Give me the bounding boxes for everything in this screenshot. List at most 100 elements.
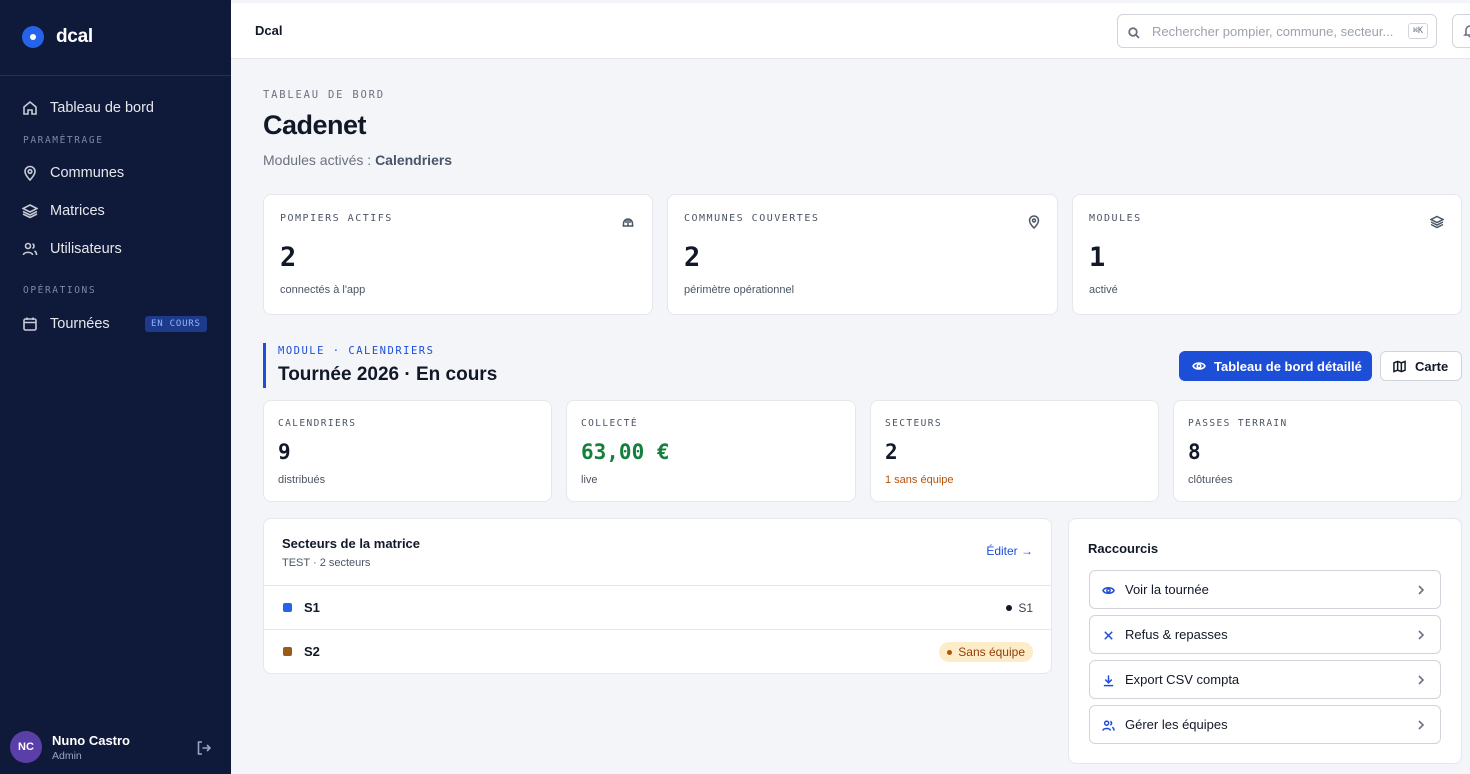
stat-sub: périmètre opérationnel [684,284,795,296]
metric-card-field-passes: PASSES TERRAIN 8 clôturées [1173,400,1462,502]
sidebar-item-label: Tableau de bord [50,100,154,116]
metric-sub: 1 sans équipe [885,474,954,486]
metric-value: 9 [278,440,291,464]
stat-value: 1 [1089,242,1106,273]
search-shortcut: ⌘K [1407,23,1428,39]
stat-sub: connectés à l'app [280,284,366,296]
warning-dot-icon [947,649,953,655]
status-badge-label: Sans équipe [958,645,1025,659]
modules-value: Calendriers [375,152,453,168]
stat-label: MODULES [1089,213,1142,224]
metric-value: 63,00 € [581,440,670,464]
page-eyebrow: TABLEAU DE BORD [263,89,385,101]
shortcut-label: Refus & repasses [1125,627,1228,642]
stat-value: 2 [280,242,297,273]
user-profile[interactable]: NC Nuno Castro Admin [10,731,130,763]
logout-icon[interactable] [196,740,212,756]
shortcut-view-tour[interactable]: Voir la tournée [1089,570,1441,609]
map-button[interactable]: Carte [1380,351,1462,381]
sector-name: S1 [304,600,320,615]
chevron-right-icon [1418,585,1425,595]
metric-value: 8 [1188,440,1201,464]
sectors-subtitle: TEST · 2 secteurs [282,557,371,569]
stat-label: COMMUNES COUVERTES [684,213,820,224]
sidebar-item-users[interactable]: Utilisateurs [22,241,212,257]
sidebar-item-communes[interactable]: Communes [22,165,212,181]
sidebar: dcal Tableau de bord PARAMÉTRAGE Commune… [0,0,231,774]
users-icon [22,242,38,256]
calendar-icon [23,317,37,331]
eye-icon [1192,362,1206,370]
modules-prefix: Modules activés : [263,152,376,168]
helmet-icon [622,218,634,227]
status-badge: EN COURS [145,316,207,332]
detailed-dashboard-button[interactable]: Tableau de bord détaillé [1179,351,1372,381]
shortcut-label: Voir la tournée [1125,582,1209,597]
modules-line: Modules activés : Calendriers [263,152,452,168]
chevron-right-icon [1418,675,1425,685]
metric-label: COLLECTÉ [581,418,638,429]
sidebar-item-dashboard[interactable]: Tableau de bord [22,100,212,116]
shortcut-export-csv[interactable]: Export CSV compta [1089,660,1441,699]
layers-icon [22,204,38,219]
sidebar-item-label: Communes [50,165,125,181]
metric-label: CALENDRIERS [278,418,357,429]
notifications-button[interactable] [1452,14,1470,48]
table-row[interactable]: S2 Sans équipe [264,629,1051,673]
user-role: Admin [52,749,82,762]
sector-team: S1 [1006,601,1033,615]
module-title: Tournée 2026 · En cours [278,364,498,385]
metric-card-collected: COLLECTÉ 63,00 € live [566,400,856,502]
stat-value: 2 [684,242,701,273]
sidebar-item-matrices[interactable]: Matrices [22,203,212,219]
shortcuts-title: Raccourcis [1088,541,1159,556]
module-accent-bar [263,343,266,388]
stat-card-communes: COMMUNES COUVERTES 2 périmètre opération… [667,194,1058,315]
sectors-card: Secteurs de la matrice TEST · 2 secteurs… [263,518,1052,674]
stat-card-firefighters: POMPIERS ACTIFS 2 connectés à l'app [263,194,653,315]
shortcut-manage-teams[interactable]: Gérer les équipes [1089,705,1441,744]
metric-card-calendars: CALENDRIERS 9 distribués [263,400,552,502]
button-label: Carte [1415,358,1449,374]
topbar: Dcal Rechercher pompier, commune, secteu… [231,3,1470,59]
brand-name: dcal [56,26,93,47]
map-pin-icon [24,165,36,181]
module-eyebrow: MODULE · CALENDRIERS [278,345,435,357]
search-input[interactable]: Rechercher pompier, commune, secteur... … [1117,14,1437,48]
nav-section-operations: OPÉRATIONS [23,285,97,296]
chevron-right-icon [1418,720,1425,730]
search-placeholder: Rechercher pompier, commune, secteur... [1152,24,1394,39]
chevron-right-icon [1418,630,1425,640]
download-icon [1103,675,1114,687]
layers-icon [1430,215,1444,229]
metric-label: PASSES TERRAIN [1188,418,1288,429]
avatar: NC [10,731,42,763]
metric-label: SECTEURS [885,418,942,429]
stat-label: POMPIERS ACTIFS [280,213,393,224]
sidebar-item-label: Utilisateurs [50,241,122,257]
shortcut-refusals[interactable]: Refus & repasses [1089,615,1441,654]
sector-team-label: S1 [1018,601,1033,615]
table-row[interactable]: S1 S1 [264,585,1051,629]
edit-sectors-link[interactable]: Éditer → [986,544,1033,558]
bell-icon [1463,25,1470,38]
status-badge: Sans équipe [939,642,1033,662]
stat-sub: activé [1089,284,1118,296]
metric-sub: clôturées [1188,474,1233,486]
sectors-title: Secteurs de la matrice [282,536,421,551]
metric-sub: distribués [278,474,326,486]
metric-card-sectors: SECTEURS 2 1 sans équipe [870,400,1159,502]
map-icon [1393,359,1406,373]
brand[interactable]: dcal [22,26,93,48]
users-icon [1102,720,1115,731]
user-name: Nuno Castro [52,732,130,748]
dcal-logo-icon [22,26,44,48]
eye-icon [1102,586,1115,595]
shortcut-label: Gérer les équipes [1125,717,1228,732]
page-title: Cadenet [263,110,367,140]
sidebar-item-label: Matrices [50,203,105,219]
search-icon [1128,27,1140,39]
shortcut-label: Export CSV compta [1125,672,1240,687]
button-label: Tableau de bord détaillé [1214,358,1362,374]
x-icon [1104,631,1113,640]
